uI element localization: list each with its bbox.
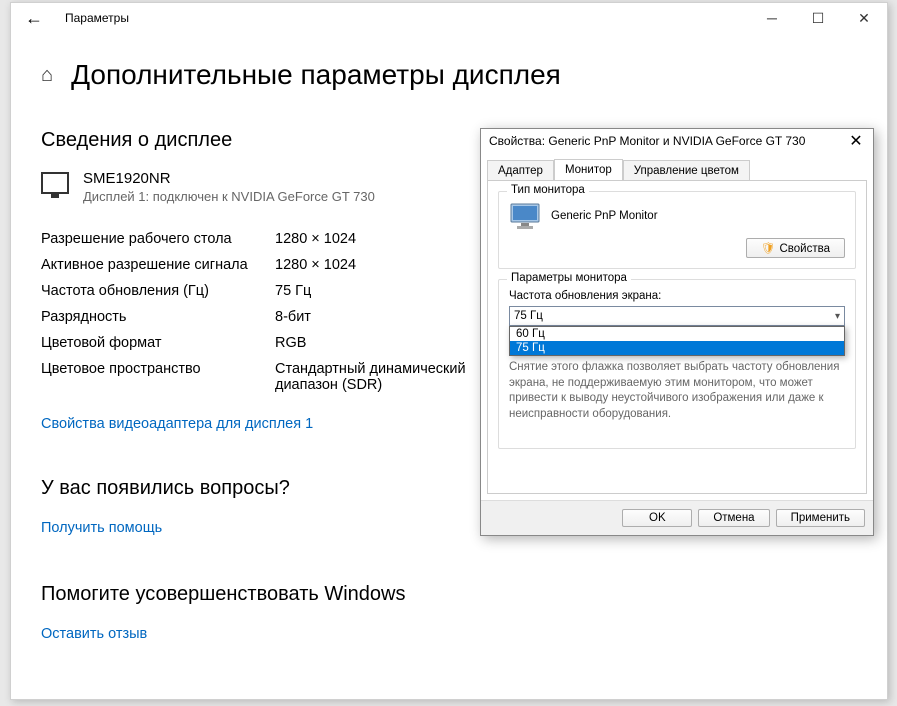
- tab-body: Тип монитора Generic PnP Monitor 🛡Свойст…: [487, 180, 867, 494]
- monitor-device-name: Generic PnP Monitor: [551, 210, 658, 222]
- cancel-button[interactable]: Отмена: [698, 509, 769, 527]
- monitor-properties-dialog: Свойства: Generic PnP Monitor и NVIDIA G…: [480, 128, 874, 536]
- tab-adapter[interactable]: Адаптер: [487, 160, 554, 181]
- refresh-rate-dropdown-list: 60 Гц 75 Гц: [509, 326, 845, 356]
- info-label: Цветовой формат: [41, 335, 275, 351]
- tabs: Адаптер Монитор Управление цветом: [481, 153, 873, 180]
- adapter-properties-link[interactable]: Свойства видеоадаптера для дисплея 1: [41, 416, 313, 432]
- monitor-type-heading: Тип монитора: [507, 184, 589, 196]
- monitor-device-icon: [509, 202, 541, 230]
- shield-icon: 🛡: [761, 243, 776, 255]
- apply-button[interactable]: Применить: [776, 509, 865, 527]
- monitor-params-group: Параметры монитора Частота обновления эк…: [498, 279, 856, 449]
- chevron-down-icon: ▾: [835, 311, 840, 322]
- info-label: Разрядность: [41, 309, 275, 325]
- monitor-params-heading: Параметры монитора: [507, 272, 631, 284]
- display-name: SME1920NR: [83, 170, 375, 187]
- maximize-button[interactable]: ☐: [795, 3, 841, 33]
- info-value: 1280 × 1024: [275, 231, 356, 247]
- leave-feedback-link[interactable]: Оставить отзыв: [41, 626, 147, 642]
- minimize-button[interactable]: ─: [749, 3, 795, 33]
- refresh-hint-text: Снятие этого флажка позволяет выбрать ча…: [509, 360, 845, 422]
- close-button[interactable]: ✕: [841, 3, 887, 33]
- get-help-link[interactable]: Получить помощь: [41, 520, 162, 536]
- titlebar: ← Параметры ─ ☐ ✕: [11, 3, 887, 33]
- refresh-rate-selected: 75 Гц: [514, 310, 543, 322]
- ok-button[interactable]: OK: [622, 509, 692, 527]
- info-value: Стандартный динамический диапазон (SDR): [275, 361, 475, 393]
- feedback-heading: Помогите усовершенствовать Windows: [41, 583, 857, 606]
- dialog-title: Свойства: Generic PnP Monitor и NVIDIA G…: [489, 134, 805, 148]
- info-value: 75 Гц: [275, 283, 311, 299]
- info-label: Частота обновления (Гц): [41, 283, 275, 299]
- info-value: 8-бит: [275, 309, 311, 325]
- info-value: 1280 × 1024: [275, 257, 356, 273]
- tab-monitor[interactable]: Монитор: [554, 159, 623, 180]
- dialog-titlebar: Свойства: Generic PnP Monitor и NVIDIA G…: [481, 129, 873, 153]
- refresh-rate-dropdown[interactable]: 75 Гц ▾: [509, 306, 845, 326]
- refresh-option-75[interactable]: 75 Гц: [510, 341, 844, 355]
- refresh-rate-dropdown-wrapper: 75 Гц ▾ 60 Гц 75 Гц: [509, 306, 845, 326]
- home-icon[interactable]: ⌂: [41, 64, 53, 87]
- tab-color-management[interactable]: Управление цветом: [623, 160, 750, 181]
- back-button[interactable]: ←: [11, 3, 57, 33]
- info-label: Разрешение рабочего стола: [41, 231, 275, 247]
- monitor-type-group: Тип монитора Generic PnP Monitor 🛡Свойст…: [498, 191, 856, 269]
- refresh-rate-label: Частота обновления экрана:: [509, 290, 845, 302]
- monitor-icon: [41, 172, 69, 194]
- window-controls: ─ ☐ ✕: [749, 3, 887, 33]
- feedback-section: Помогите усовершенствовать Windows Остав…: [41, 583, 857, 643]
- display-sub: Дисплей 1: подключен к NVIDIA GeForce GT…: [83, 189, 375, 204]
- dialog-close-button[interactable]: ✕: [843, 131, 869, 151]
- header-row: ⌂ Дополнительные параметры дисплея: [41, 59, 857, 91]
- window-title: Параметры: [65, 11, 129, 25]
- info-label: Активное разрешение сигнала: [41, 257, 275, 273]
- dialog-button-row: OK Отмена Применить: [481, 500, 873, 535]
- monitor-properties-button[interactable]: 🛡Свойства: [746, 238, 845, 258]
- info-value: RGB: [275, 335, 306, 351]
- page-title: Дополнительные параметры дисплея: [71, 59, 561, 91]
- info-label: Цветовое пространство: [41, 361, 275, 393]
- refresh-option-60[interactable]: 60 Гц: [510, 327, 844, 341]
